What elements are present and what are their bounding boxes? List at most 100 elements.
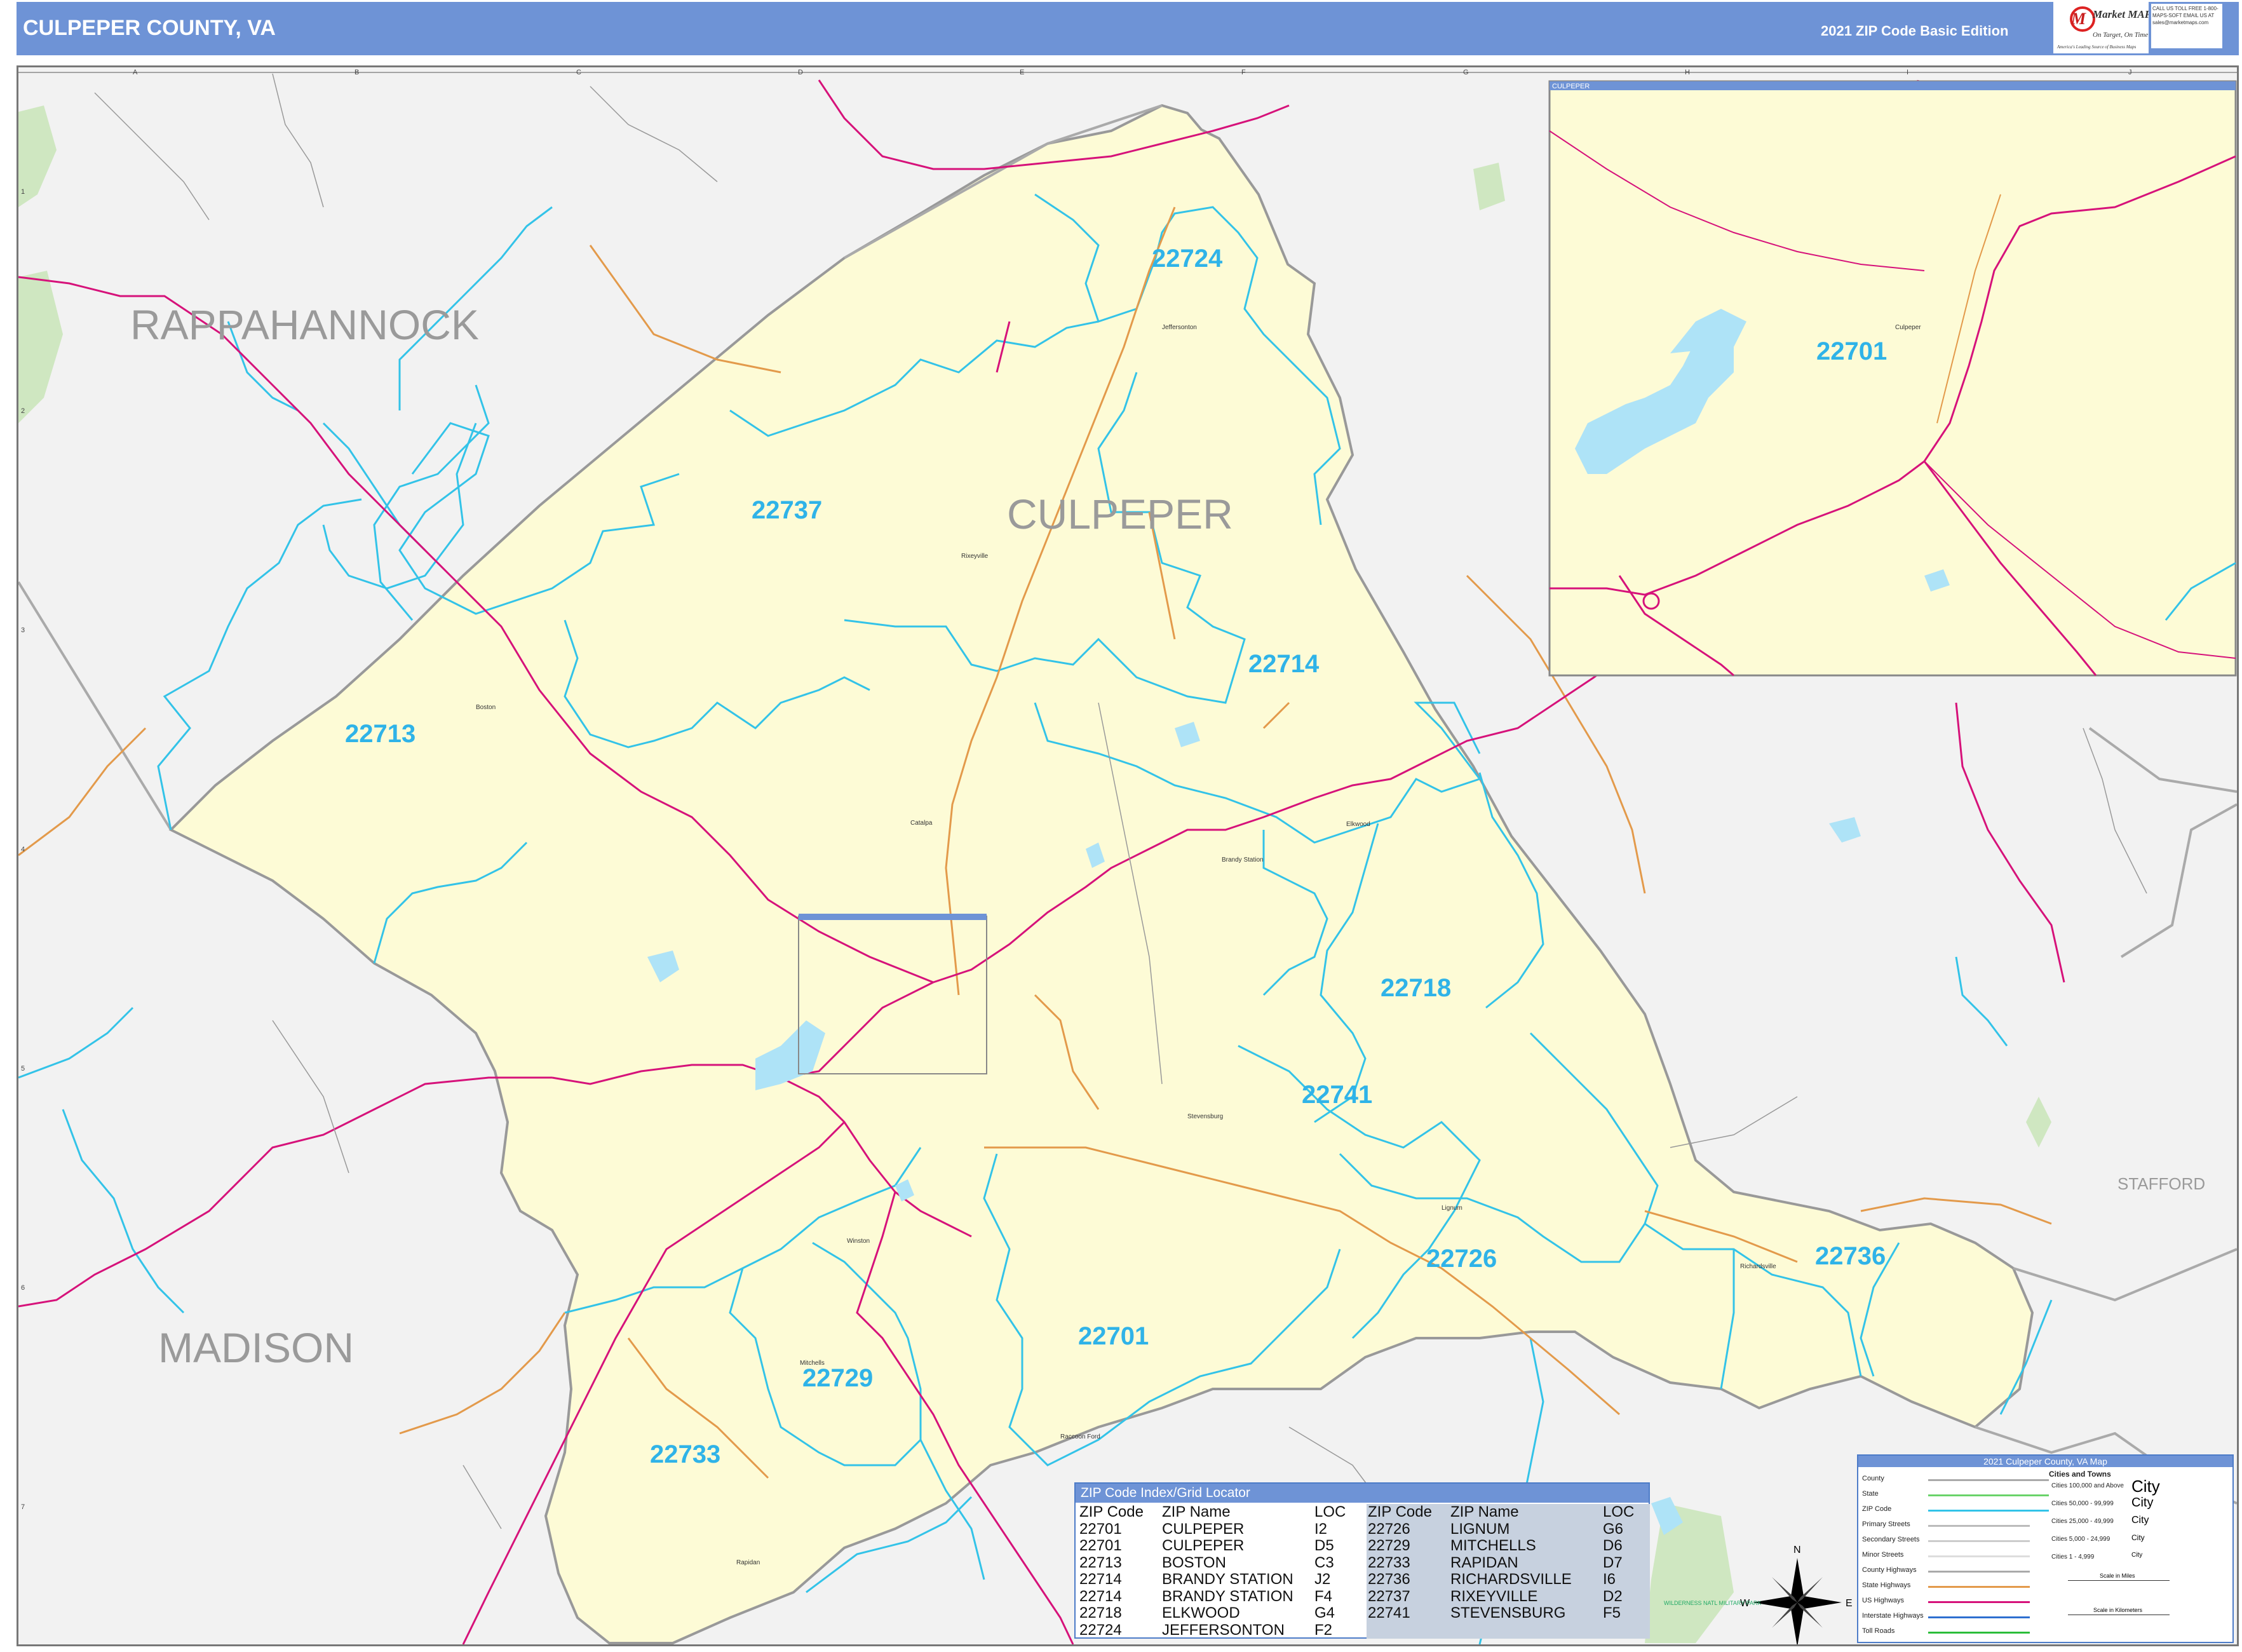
zip-index-name: BOSTON xyxy=(1162,1554,1226,1571)
zip-index-loc: D5 xyxy=(1314,1537,1334,1554)
header-loc: LOC xyxy=(1314,1503,1346,1520)
legend-line-sample xyxy=(1928,1601,2030,1603)
logo-text: Market MAPS xyxy=(2092,8,2149,20)
zip-index-row: 22726 LIGNUM G6 xyxy=(1367,1520,1650,1538)
inset-map[interactable]: CULPEPER xyxy=(1548,80,2237,677)
zip-index-loc: F4 xyxy=(1314,1587,1333,1605)
zip-index-row: 22736 RICHARDSVILLE I6 xyxy=(1367,1571,1650,1588)
zip-label-22701-inset[interactable]: 22701 xyxy=(1816,337,1887,365)
zip-label-22701[interactable]: 22701 xyxy=(1078,1322,1149,1350)
legend-item: Primary Streets xyxy=(1862,1520,1910,1528)
place-wilderness-park: WILDERNESS NATL MILITARY PARK xyxy=(1664,1600,1761,1606)
zip-index-row: 22724 JEFFERSONTON F2 xyxy=(1078,1622,1361,1639)
zip-index-zip: 22724 xyxy=(1079,1621,1122,1639)
legend-city-class: Cities 1 - 4,999 xyxy=(2051,1554,2095,1561)
zip-index-loc: D7 xyxy=(1603,1554,1623,1571)
zip-index-row: 22714 BRANDY STATION J2 xyxy=(1078,1571,1361,1588)
zip-index-table: ZIP Code Index/Grid Locator ZIP Code ZIP… xyxy=(1074,1482,1650,1639)
place-winston: Winston xyxy=(847,1238,870,1245)
county-label-stafford: STAFFORD xyxy=(2117,1174,2205,1193)
zip-label-22726[interactable]: 22726 xyxy=(1426,1245,1497,1273)
place-brandy-station: Brandy Station xyxy=(1222,856,1264,863)
legend-line-sample xyxy=(1928,1632,2030,1634)
map-area[interactable]: CULPEPER N E W RAPPAHANNOCK CULPEPER MAD… xyxy=(17,65,2239,1646)
place-rixeyville: Rixeyville xyxy=(961,553,989,560)
legend-line-sample xyxy=(1928,1510,2049,1512)
zip-index-zip: 22714 xyxy=(1079,1571,1122,1588)
zip-index-left-column: ZIP Code ZIP Name LOC 22701 CULPEPER I2 227… xyxy=(1078,1503,1361,1639)
legend-item: Interstate Highways xyxy=(1862,1612,1924,1620)
zip-label-22733[interactable]: 22733 xyxy=(650,1440,720,1468)
legend-item: Minor Streets xyxy=(1862,1551,1904,1559)
zip-index-loc: G6 xyxy=(1603,1520,1624,1538)
compass-rose: N S E W xyxy=(1740,1545,1853,1644)
grid-column-label: H xyxy=(1685,69,1690,76)
logo-graphic: M Market MAPS On Target, On Time America… xyxy=(2056,6,2158,50)
grid-row-label: 1 xyxy=(21,188,25,196)
legend-line-sample xyxy=(1928,1616,2030,1618)
legend-city-class: Cities 25,000 - 49,999 xyxy=(2051,1518,2114,1525)
zip-index-name: CULPEPER xyxy=(1162,1537,1245,1554)
zip-index-name: RAPIDAN xyxy=(1450,1554,1518,1571)
zip-index-name: RICHARDSVILLE xyxy=(1450,1571,1572,1588)
zip-index-zip: 22701 xyxy=(1079,1537,1122,1554)
header-name: ZIP Name xyxy=(1162,1503,1231,1520)
legend-city-symbol: City xyxy=(2131,1551,2143,1559)
zip-label-22741[interactable]: 22741 xyxy=(1302,1081,1372,1109)
place-richardsville: Richardsville xyxy=(1740,1263,1776,1270)
legend-line-sample xyxy=(1928,1479,2049,1481)
place-catalpa: Catalpa xyxy=(910,820,933,827)
zip-index-name: RIXEYVILLE xyxy=(1450,1587,1538,1605)
zip-label-22729[interactable]: 22729 xyxy=(802,1364,873,1392)
zip-index-zip: 22714 xyxy=(1079,1587,1122,1605)
zip-index-loc: F5 xyxy=(1603,1604,1621,1622)
legend-line-sample xyxy=(1928,1494,2049,1496)
zip-label-22713[interactable]: 22713 xyxy=(345,720,415,748)
zip-label-22718[interactable]: 22718 xyxy=(1381,974,1451,1002)
zip-index-name: ELKWOOD xyxy=(1162,1604,1240,1622)
header-name: ZIP Name xyxy=(1450,1503,1519,1520)
zip-label-22736[interactable]: 22736 xyxy=(1815,1242,1886,1270)
zip-index-name: CULPEPER xyxy=(1162,1520,1245,1538)
legend-city-symbol: City xyxy=(2131,1533,2145,1542)
zip-index-row: 22737 RIXEYVILLE D2 xyxy=(1367,1588,1650,1606)
zip-label-22714[interactable]: 22714 xyxy=(1248,650,1320,678)
logo-tagline: On Target, On Time xyxy=(2093,31,2148,39)
zip-index-title: ZIP Code Index/Grid Locator xyxy=(1076,1484,1649,1503)
grid-column-label: C xyxy=(576,69,581,76)
zip-index-name: JEFFERSONTON xyxy=(1162,1621,1285,1639)
legend-city-class: Cities 50,000 - 99,999 xyxy=(2051,1500,2114,1507)
grid-column-label: I xyxy=(1907,69,1909,76)
scale-miles: Scale in Miles xyxy=(2100,1573,2135,1579)
zip-index-loc: J2 xyxy=(1314,1571,1331,1588)
legend-line-sample xyxy=(1928,1586,2030,1588)
place-lignum: Lignum xyxy=(1442,1205,1462,1212)
zip-index-zip: 22741 xyxy=(1368,1604,1410,1622)
zip-label-22737[interactable]: 22737 xyxy=(752,496,822,524)
place-culpeper-inset: Culpeper xyxy=(1895,324,1921,331)
grid-column-label: A xyxy=(133,69,138,76)
legend-item: US Highways xyxy=(1862,1597,1905,1604)
svg-text:M: M xyxy=(2070,10,2086,28)
grid-column-label: J xyxy=(2128,69,2132,76)
legend-city-symbol: City xyxy=(2131,1496,2154,1510)
zip-label-22724[interactable]: 22724 xyxy=(1152,245,1223,273)
zip-index-row: 22733 RAPIDAN D7 xyxy=(1367,1554,1650,1572)
place-mitchells: Mitchells xyxy=(800,1360,825,1367)
compass-n: N xyxy=(1793,1545,1801,1555)
grid-row-label: 4 xyxy=(21,846,25,853)
county-label-rappahannock: RAPPAHANNOCK xyxy=(130,301,479,348)
zip-index-name: BRANDY STATION xyxy=(1162,1587,1293,1605)
grid-row-label: 7 xyxy=(21,1503,25,1511)
legend-title: 2021 Culpeper County, VA Map xyxy=(1858,1456,2232,1467)
place-jeffersonton: Jeffersonton xyxy=(1162,324,1197,331)
zip-index-name: MITCHELLS xyxy=(1450,1537,1536,1554)
zip-index-row: 22713 BOSTON C3 xyxy=(1078,1554,1361,1572)
map-canvas[interactable]: CULPEPER N E W RAPPAHANNOCK CULPEPER MAD… xyxy=(18,67,2237,1644)
legend-city-symbol: City xyxy=(2131,1477,2160,1496)
grid-row-label: 6 xyxy=(21,1284,25,1292)
grid-column-label: B xyxy=(355,69,360,76)
grid-column-label: D xyxy=(798,69,803,76)
zip-index-row: 22701 CULPEPER I2 xyxy=(1078,1520,1361,1538)
header-loc: LOC xyxy=(1603,1503,1635,1520)
